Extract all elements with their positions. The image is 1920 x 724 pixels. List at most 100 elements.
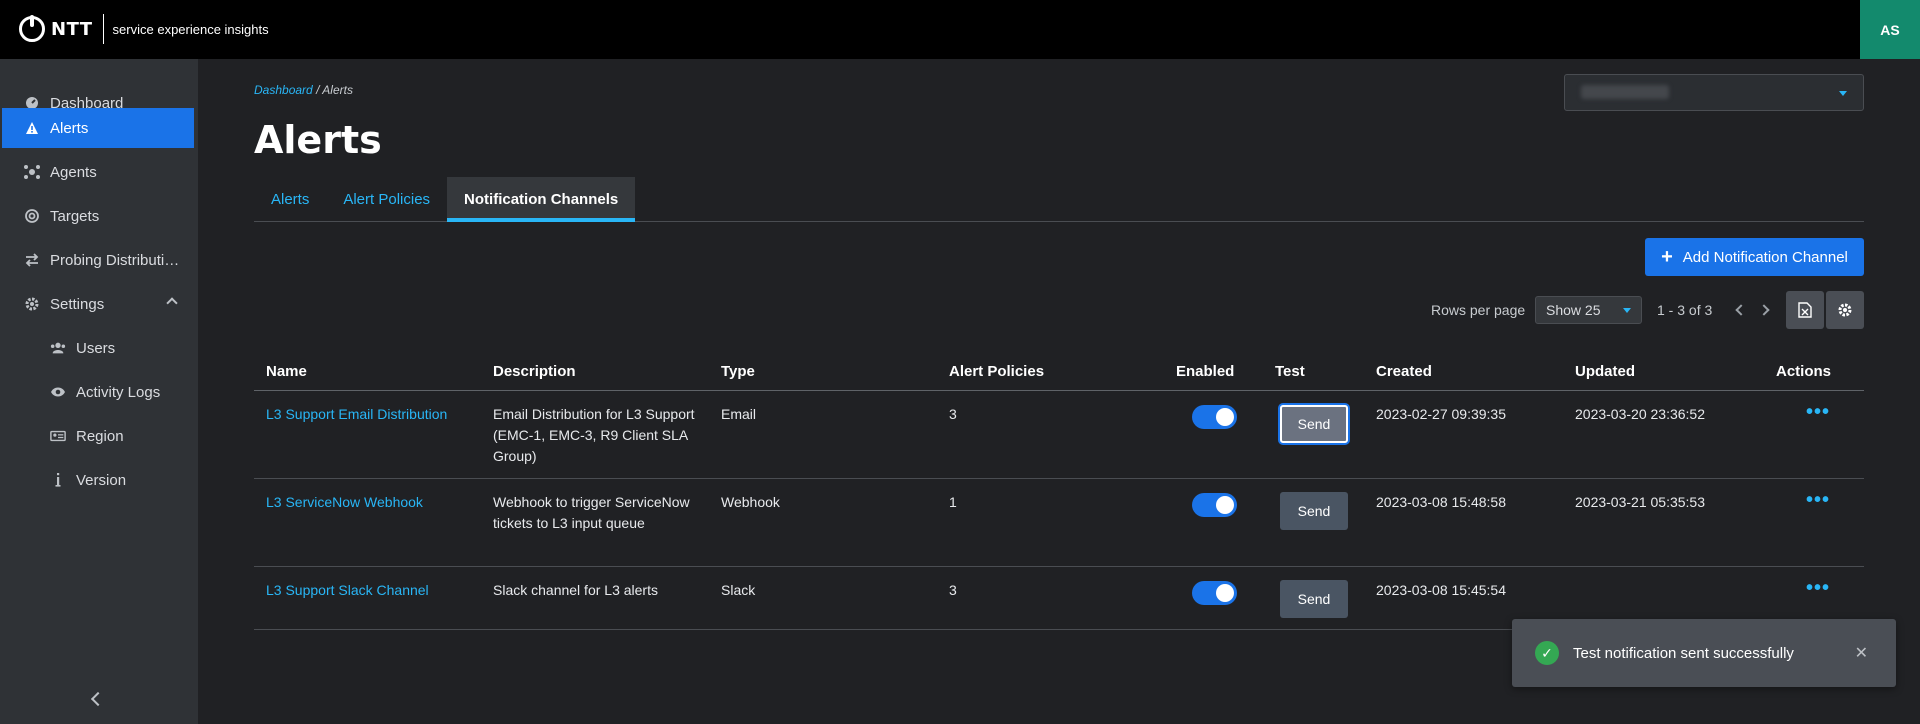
excel-file-icon	[1798, 302, 1812, 318]
breadcrumb-dashboard-link[interactable]: Dashboard	[254, 83, 313, 97]
sidebar-item-label: Region	[76, 427, 124, 445]
sidebar: Dashboard Alerts Agents Targets Probing …	[0, 59, 198, 724]
alert-policies-count: 3	[949, 406, 957, 422]
column-header-name[interactable]: Name	[266, 352, 307, 391]
column-header-test: Test	[1275, 363, 1305, 380]
warning-icon	[24, 120, 40, 136]
enabled-toggle[interactable]	[1192, 405, 1237, 429]
sidebar-item-label: Activity Logs	[76, 383, 161, 401]
page-title: Alerts	[254, 118, 382, 162]
caret-down-icon	[1623, 308, 1631, 313]
updated-timestamp: 2023-03-20 23:36:52	[1575, 406, 1705, 422]
channel-description: Webhook to trigger ServiceNow tickets to…	[493, 494, 690, 531]
success-toast: ✓ Test notification sent successfully ✕	[1512, 619, 1896, 687]
column-header-updated[interactable]: Updated	[1575, 352, 1635, 391]
ntt-logo[interactable]: NTT service experience insights	[19, 14, 269, 44]
users-icon	[50, 340, 66, 356]
user-avatar[interactable]: AS	[1860, 0, 1920, 59]
more-actions-icon[interactable]: •••	[1806, 578, 1830, 598]
channel-type: Slack	[721, 582, 756, 598]
id-card-icon	[50, 428, 66, 444]
breadcrumb: Dashboard / Alerts	[254, 83, 353, 97]
chevron-left-icon[interactable]	[1735, 304, 1747, 316]
sidebar-item-label: Settings	[50, 295, 105, 313]
channel-name-link[interactable]: L3 Support Email Distribution	[266, 404, 447, 425]
sidebar-item-region[interactable]: Region	[2, 416, 194, 456]
channel-type: Webhook	[721, 494, 780, 510]
sidebar-item-agents[interactable]: Agents	[2, 152, 194, 192]
breadcrumb-current: Alerts	[322, 83, 353, 97]
caret-down-icon	[1839, 91, 1847, 96]
created-timestamp: 2023-03-08 15:48:58	[1376, 494, 1506, 510]
tab-alert-policies[interactable]: Alert Policies	[326, 177, 447, 222]
breadcrumb-separator: /	[316, 83, 320, 97]
alert-policies-count: 3	[949, 582, 957, 598]
updated-timestamp: 2023-03-21 05:35:53	[1575, 494, 1705, 510]
more-actions-icon[interactable]: •••	[1806, 490, 1830, 510]
table-header: Name Description Type Alert Policies Ena…	[254, 352, 1864, 391]
target-icon	[24, 208, 40, 224]
check-circle-icon: ✓	[1535, 641, 1559, 665]
toast-message: Test notification sent successfully	[1573, 644, 1794, 662]
sidebar-item-label: Version	[76, 471, 127, 489]
table-row: L3 ServiceNow Webhook Webhook to trigger…	[254, 479, 1864, 567]
column-header-type[interactable]: Type	[721, 352, 755, 391]
enabled-toggle[interactable]	[1192, 493, 1237, 517]
tab-alerts[interactable]: Alerts	[254, 177, 326, 222]
top-bar: NTT service experience insights AS	[0, 0, 1920, 59]
eye-icon	[50, 384, 66, 400]
enabled-toggle[interactable]	[1192, 581, 1237, 605]
sidebar-item-alerts[interactable]: Alerts	[2, 108, 194, 148]
sidebar-item-label: Targets	[50, 207, 100, 225]
close-icon[interactable]: ✕	[1855, 643, 1868, 663]
tab-notification-channels[interactable]: Notification Channels	[447, 177, 636, 222]
sidebar-item-users[interactable]: Users	[2, 328, 194, 368]
swap-icon	[24, 252, 40, 268]
ntt-logo-icon	[19, 15, 45, 42]
redacted-organization-name	[1581, 85, 1669, 99]
logo-divider	[102, 14, 104, 44]
pagination-range: 1 - 3 of 3	[1657, 302, 1713, 318]
sidebar-item-label: Users	[76, 339, 116, 357]
gear-icon	[24, 296, 40, 312]
logo-text: NTT	[51, 18, 93, 40]
plus-icon: +	[1661, 246, 1673, 268]
channel-description: Slack channel for L3 alerts	[493, 582, 658, 598]
send-test-button[interactable]: Send	[1280, 580, 1348, 618]
sidebar-item-settings[interactable]: Settings	[2, 284, 194, 324]
chevron-right-icon[interactable]	[1758, 304, 1770, 316]
agents-icon	[24, 164, 40, 180]
send-test-button[interactable]: Send	[1280, 405, 1348, 443]
chevron-up-icon	[166, 297, 178, 309]
channel-name-link[interactable]: L3 ServiceNow Webhook	[266, 492, 423, 513]
table-settings-button[interactable]	[1826, 291, 1864, 329]
sidebar-item-targets[interactable]: Targets	[2, 196, 194, 236]
sidebar-item-version[interactable]: Version	[2, 460, 194, 500]
rows-select-value: Show 25	[1546, 302, 1601, 318]
collapse-sidebar-icon[interactable]	[90, 691, 106, 707]
column-header-description[interactable]: Description	[493, 352, 576, 391]
rows-per-page-label: Rows per page	[1431, 302, 1526, 318]
created-timestamp: 2023-03-08 15:45:54	[1376, 582, 1506, 598]
created-timestamp: 2023-02-27 09:39:35	[1376, 406, 1506, 422]
alert-policies-count: 1	[949, 494, 957, 510]
more-actions-icon[interactable]: •••	[1806, 402, 1830, 422]
sidebar-item-probing-distribution[interactable]: Probing Distributi…	[2, 240, 194, 280]
add-button-label: Add Notification Channel	[1682, 248, 1848, 266]
channel-description: Email Distribution for L3 Support (EMC-1…	[493, 406, 695, 464]
column-header-alert-policies[interactable]: Alert Policies	[949, 352, 1044, 391]
sidebar-item-activity-logs[interactable]: Activity Logs	[2, 372, 194, 412]
column-header-created[interactable]: Created	[1376, 352, 1432, 391]
channel-type: Email	[721, 406, 757, 422]
organization-select[interactable]	[1564, 74, 1864, 111]
gear-icon	[1838, 303, 1852, 317]
send-test-button[interactable]: Send	[1280, 492, 1348, 530]
channel-name-link[interactable]: L3 Support Slack Channel	[266, 580, 429, 601]
logo-subtitle: service experience insights	[112, 21, 269, 37]
rows-per-page-select[interactable]: Show 25	[1535, 296, 1642, 324]
column-header-enabled[interactable]: Enabled	[1176, 352, 1234, 391]
sidebar-item-label: Alerts	[50, 119, 89, 137]
add-notification-channel-button[interactable]: + Add Notification Channel	[1645, 238, 1864, 276]
info-icon	[50, 472, 66, 488]
export-excel-button[interactable]	[1786, 291, 1824, 329]
